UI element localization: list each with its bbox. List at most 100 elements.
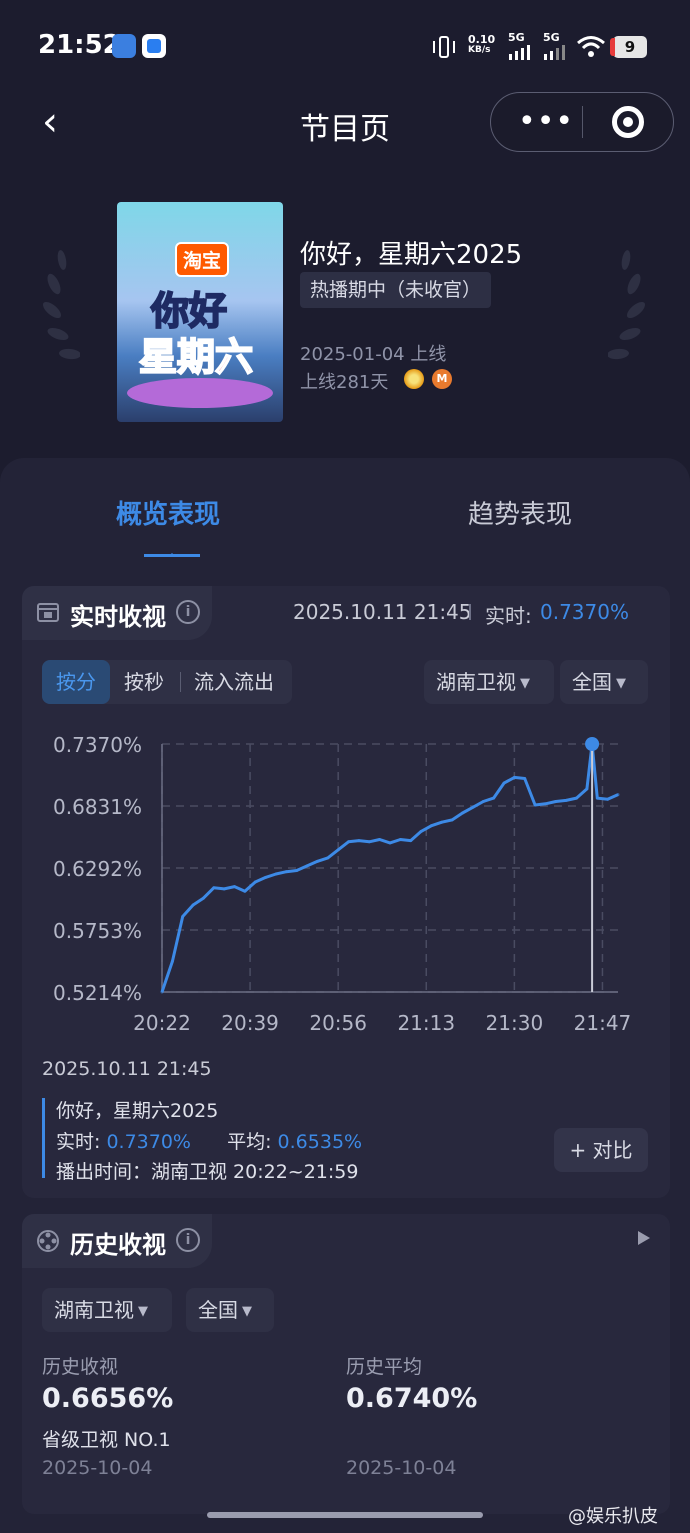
data-point (191, 903, 195, 907)
data-point (201, 896, 205, 900)
history-avg-date: 2025-10-04 (346, 1457, 457, 1479)
data-point (253, 880, 257, 884)
data-point (398, 837, 402, 841)
tab-trend[interactable]: 趋势表现 (468, 494, 572, 531)
reel-icon (37, 1230, 59, 1252)
history-rating-value: 0.6656% (42, 1383, 174, 1414)
data-point (181, 915, 185, 919)
status-badge: 热播期中（未收官） (300, 272, 492, 308)
data-point (264, 875, 268, 879)
home-indicator[interactable] (207, 1512, 483, 1518)
realtime-live-label: 实时: (485, 604, 532, 628)
release-date: 2025-01-04 上线 (300, 344, 447, 365)
caret-down-icon: ▼ (242, 1304, 252, 1319)
signal-5g-1: 5G (508, 31, 525, 44)
x-tick-label: 21:47 (574, 1011, 632, 1035)
data-point (585, 787, 589, 791)
region-label: 全国 (572, 670, 612, 694)
segment-flow[interactable]: 流入流出 (194, 660, 274, 704)
status-time: 21:52 (38, 30, 121, 60)
x-tick-label: 20:56 (309, 1011, 367, 1035)
segment-divider (180, 672, 181, 692)
data-point (160, 990, 164, 994)
compare-button[interactable]: + 对比 (554, 1128, 648, 1172)
days-online: 上线281天 (300, 372, 389, 393)
data-point (523, 777, 527, 781)
data-point (533, 803, 537, 807)
data-point (606, 797, 610, 801)
mgtv-icon: M (432, 369, 452, 389)
x-tick-label: 20:22 (133, 1011, 191, 1035)
y-tick-label: 0.7370% (53, 733, 142, 757)
data-point (367, 840, 371, 844)
channel-dropdown[interactable]: 湖南卫视 ▼ (424, 660, 554, 704)
realtime-timestamp: 2025.10.11 21:45 (293, 600, 472, 624)
region-dropdown[interactable]: 全国 ▼ (560, 660, 648, 704)
data-point (170, 959, 174, 963)
wifi-icon (577, 36, 605, 57)
data-point (461, 811, 465, 815)
target-icon[interactable] (612, 106, 644, 138)
mango-tv-icon (404, 369, 424, 389)
x-tick-label: 21:30 (486, 1011, 544, 1035)
status-bar: 21:52 0.10 KB/s 5G 5G 9 (0, 0, 690, 90)
data-point (564, 798, 568, 802)
net-speed: 0.10 KB/s (468, 33, 496, 55)
app-notification-icon-2 (142, 34, 166, 58)
data-point (326, 856, 330, 860)
poster-stage (127, 378, 273, 408)
data-point (471, 805, 475, 809)
data-point (243, 889, 247, 893)
data-point (305, 864, 309, 868)
data-point (440, 820, 444, 824)
data-point (295, 869, 299, 873)
history-channel-dropdown[interactable]: 湖南卫视 ▼ (42, 1288, 172, 1332)
history-title: 历史收视 (70, 1231, 166, 1259)
data-point (284, 870, 288, 874)
data-point (336, 848, 340, 852)
data-point (222, 887, 226, 891)
poster-logo-line2: 星期六 (138, 334, 254, 380)
realtime-live-value: 0.7370% (540, 600, 629, 624)
avg-value: 0.6535% (277, 1131, 363, 1153)
tab-overview[interactable]: 概览表现 (116, 494, 220, 531)
y-tick-label: 0.5214% (53, 981, 142, 1005)
info-icon[interactable]: i (176, 1228, 200, 1252)
history-region-dropdown[interactable]: 全国 ▼ (186, 1288, 274, 1332)
caret-down-icon: ▼ (138, 1304, 148, 1319)
realtime-title: 实时收视 (70, 603, 166, 631)
info-icon[interactable]: i (176, 600, 200, 624)
segment-by-second[interactable]: 按秒 (124, 660, 164, 704)
vibrate-icon (432, 36, 456, 58)
history-rating-label: 历史收视 (42, 1356, 119, 1378)
laurel-right-icon (608, 250, 646, 360)
history-avg-label: 历史平均 (346, 1356, 423, 1378)
data-point (347, 840, 351, 844)
segment-by-minute[interactable]: 按分 (42, 660, 110, 704)
laurel-left-icon (42, 250, 80, 360)
app-notification-icon (112, 34, 136, 58)
data-point (233, 885, 237, 889)
data-point (543, 802, 547, 806)
more-dots-icon[interactable]: ••• (518, 107, 574, 137)
signal-bars-icon (509, 45, 530, 60)
play-icon[interactable] (638, 1231, 650, 1245)
tab-indicator (144, 553, 200, 557)
history-rank: 省级卫视 NO.1 (42, 1429, 171, 1451)
avg-label: 平均: (227, 1131, 272, 1153)
caret-down-icon: ▼ (616, 676, 626, 691)
realtime-line-chart[interactable]: 0.7370% 0.6831% 0.6292% 0.5753% 0.5214% 20:22… (0, 720, 690, 1050)
data-point (315, 859, 319, 863)
live-text: 实时: (56, 1131, 101, 1153)
divider (469, 604, 471, 620)
history-rating-date: 2025-10-04 (42, 1457, 153, 1479)
data-point (388, 841, 392, 845)
data-point (450, 818, 454, 822)
selected-time: 2025.10.11 21:45 (42, 1058, 212, 1080)
show-poster[interactable]: 淘宝 你好 星期六 (117, 202, 283, 422)
signal-5g-2: 5G (543, 31, 560, 44)
data-point (616, 793, 620, 797)
data-point (595, 796, 599, 800)
data-point (575, 796, 579, 800)
watermark: @娱乐扒皮 (568, 1506, 658, 1527)
